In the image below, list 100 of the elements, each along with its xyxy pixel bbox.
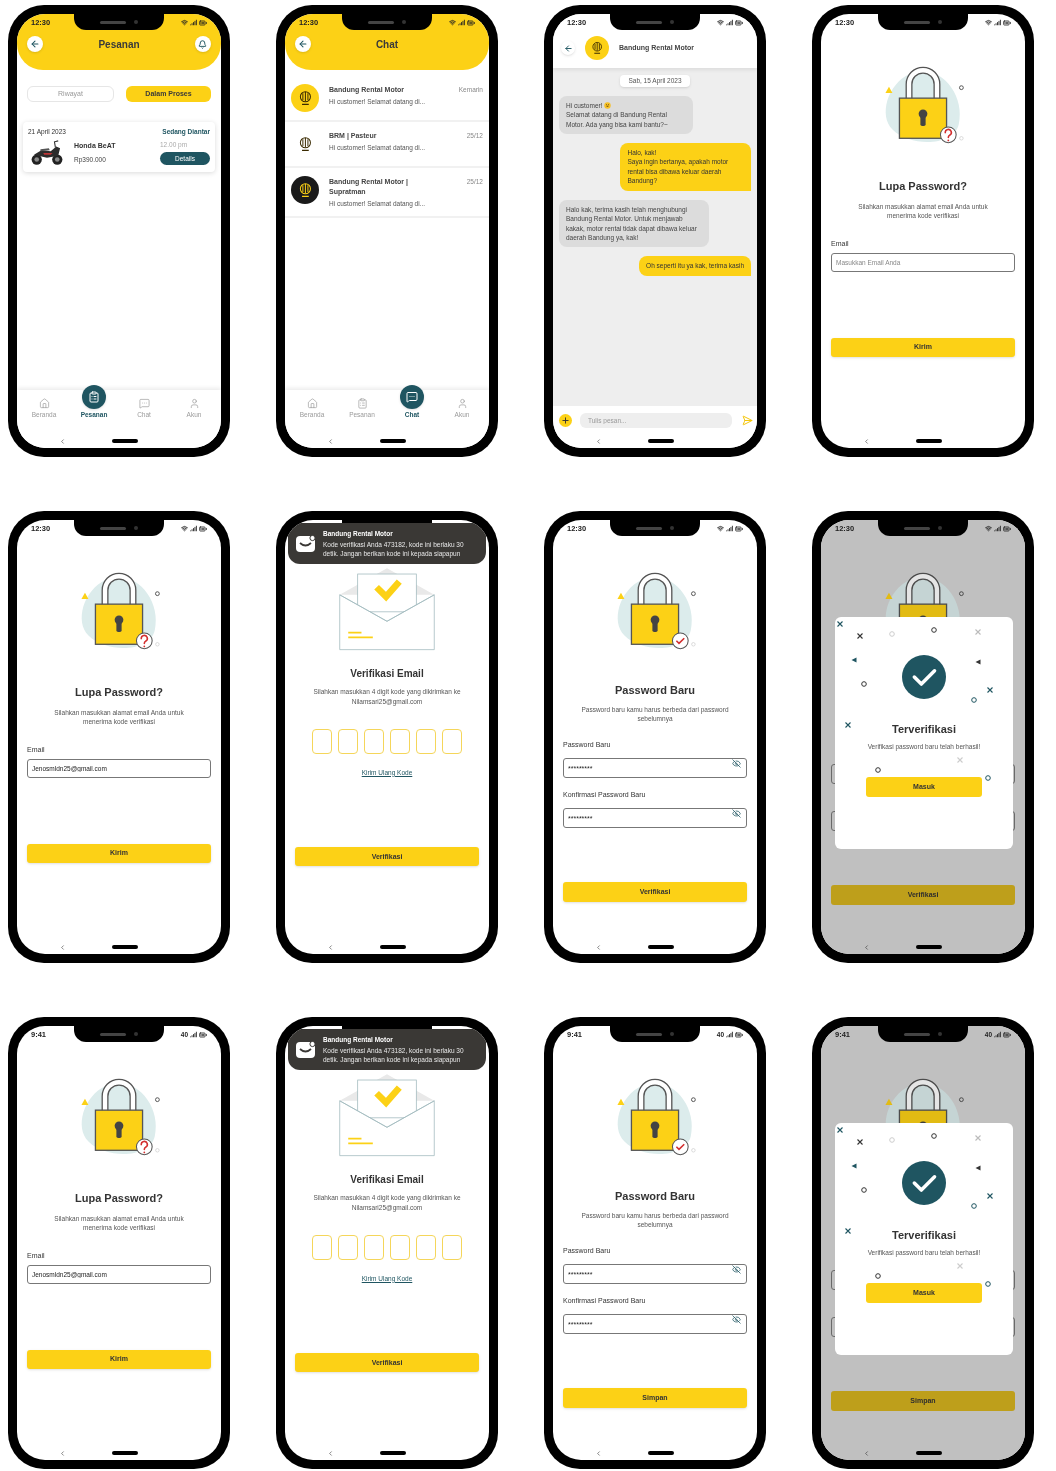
back-chevron-icon[interactable] [327, 437, 334, 445]
home-indicator [916, 1451, 942, 1455]
back-chevron-icon[interactable] [59, 1449, 66, 1457]
signal-icon [994, 1031, 1001, 1038]
back-chevron-icon[interactable] [595, 1449, 602, 1457]
wifi-icon [985, 525, 992, 532]
back-button[interactable] [27, 36, 43, 52]
add-button[interactable] [559, 414, 572, 427]
code-box[interactable] [390, 728, 410, 754]
signal-icon [190, 525, 197, 532]
code-box[interactable] [442, 1234, 462, 1260]
signal-icon [994, 525, 1001, 532]
signal-icon [994, 19, 1001, 26]
wifi-icon [717, 19, 724, 26]
back-chevron-icon[interactable] [327, 1449, 334, 1457]
signal-icon [190, 19, 197, 26]
code-box[interactable] [416, 728, 436, 754]
wifi-icon [717, 525, 724, 532]
check-circle-icon [902, 655, 946, 699]
home-indicator [648, 945, 674, 949]
back-button[interactable] [295, 36, 311, 52]
screen-title: Password Baru [613, 683, 697, 698]
cross-icon [837, 1127, 843, 1133]
code-box[interactable] [338, 1234, 358, 1260]
ring-icon [931, 627, 937, 633]
battery-icon [1003, 18, 1011, 27]
home-icon [306, 398, 318, 409]
dialog-title: Terverifikasi [892, 1228, 956, 1243]
notification-button[interactable] [195, 36, 211, 52]
signal-icon [726, 1031, 733, 1038]
wifi-icon [181, 525, 188, 532]
cross-icon [975, 629, 981, 635]
battery-icon [199, 18, 207, 27]
eye-off-icon[interactable] [732, 759, 741, 768]
cross-icon [845, 722, 851, 728]
code-box[interactable] [312, 728, 332, 754]
code-box[interactable] [364, 1234, 384, 1260]
back-chevron-icon[interactable] [863, 437, 870, 445]
home-indicator [380, 1451, 406, 1455]
back-chevron-icon[interactable] [327, 943, 334, 951]
back-chevron-icon[interactable] [59, 437, 66, 445]
plus-icon [561, 416, 570, 425]
cross-icon [975, 1135, 981, 1141]
cross-icon [957, 757, 963, 763]
ring-icon [971, 697, 977, 703]
chat-bubble-icon [138, 398, 150, 409]
back-button[interactable] [561, 41, 575, 55]
triangle-icon [851, 657, 857, 663]
clipboard-icon [356, 398, 368, 409]
screen-title: Chat [375, 37, 399, 52]
check-circle-icon [902, 1161, 946, 1205]
eye-off-icon[interactable] [732, 1265, 741, 1274]
home-indicator [380, 945, 406, 949]
back-chevron-icon[interactable] [863, 943, 870, 951]
back-chevron-icon[interactable] [863, 1449, 870, 1457]
cross-icon [987, 1193, 993, 1199]
code-box[interactable] [390, 1234, 410, 1260]
battery-icon [735, 524, 743, 533]
dialog-title: Terverifikasi [892, 722, 956, 737]
code-box[interactable] [364, 728, 384, 754]
home-indicator [916, 439, 942, 443]
triangle-icon [851, 1163, 857, 1169]
ring-icon [861, 1187, 867, 1193]
chat-bubble-icon [406, 391, 418, 403]
cross-icon [957, 1263, 963, 1269]
back-chevron-icon[interactable] [595, 437, 602, 445]
eye-off-icon[interactable] [732, 1315, 741, 1324]
battery-icon [735, 18, 743, 27]
battery-icon [735, 1030, 743, 1039]
code-box[interactable] [312, 1234, 332, 1260]
message-app-icon [296, 1041, 316, 1059]
home-indicator [648, 439, 674, 443]
triangle-icon [975, 1165, 981, 1171]
code-box[interactable] [442, 728, 462, 754]
ring-icon [985, 775, 991, 781]
home-indicator [112, 945, 138, 949]
code-box[interactable] [416, 1234, 436, 1260]
cross-icon [857, 633, 863, 639]
home-icon [38, 398, 50, 409]
home-indicator [112, 1451, 138, 1455]
cross-icon [987, 687, 993, 693]
screen-title: Password Baru [613, 1189, 697, 1204]
battery-icon [1003, 524, 1011, 533]
cross-icon [845, 1228, 851, 1234]
back-chevron-icon[interactable] [595, 943, 602, 951]
battery-icon [467, 18, 475, 27]
signal-icon [726, 525, 733, 532]
back-chevron-icon[interactable] [59, 943, 66, 951]
person-icon [188, 398, 200, 409]
arrow-left-icon [298, 39, 308, 49]
home-indicator [380, 439, 406, 443]
battery-icon [199, 524, 207, 533]
code-box[interactable] [338, 728, 358, 754]
wifi-icon [985, 19, 992, 26]
battery-icon [1003, 1030, 1011, 1039]
eye-off-icon[interactable] [732, 809, 741, 818]
ring-icon [931, 1133, 937, 1139]
wifi-icon [181, 19, 188, 26]
battery-icon [199, 1030, 207, 1039]
ring-icon [861, 681, 867, 687]
